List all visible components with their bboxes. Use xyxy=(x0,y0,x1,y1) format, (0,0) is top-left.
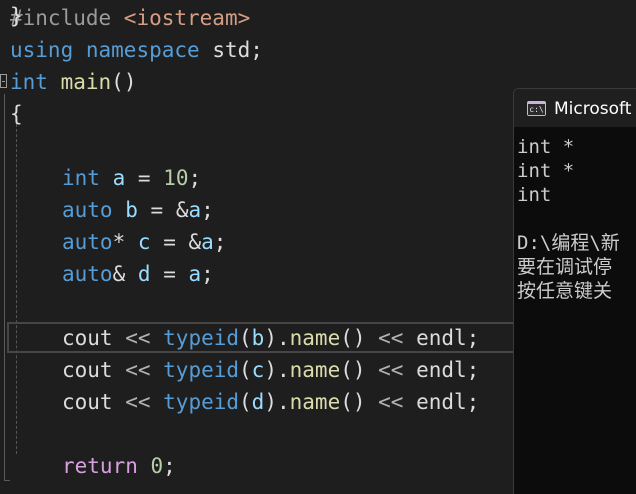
code-line-main[interactable]: int main() xyxy=(10,66,136,98)
code-line-int-a[interactable]: int a = 10; xyxy=(10,162,201,194)
fold-guide-line xyxy=(4,94,5,480)
console-output-line: int * xyxy=(517,160,575,182)
console-output-line: 按任意键关 xyxy=(517,280,613,302)
code-line-include[interactable]: #include <iostream> xyxy=(10,2,250,34)
console-titlebar[interactable]: c:\ Microsoft Visual Studio 调试控制台 xyxy=(514,89,636,127)
console-icon-label: c:\ xyxy=(528,104,545,115)
code-line-auto-ref-d[interactable]: auto& d = a; xyxy=(10,258,214,290)
collapse-icon[interactable] xyxy=(0,74,7,88)
console-output-line: int xyxy=(517,184,552,206)
code-line-close-brace[interactable]: } xyxy=(10,0,23,32)
code-line-cout-b[interactable]: cout << typeid(b).name() << endl; xyxy=(10,322,479,354)
console-app-icon: c:\ xyxy=(527,101,546,116)
console-output-line: D:\编程\新 xyxy=(517,232,620,254)
console-output-line: 要在调试停 xyxy=(517,256,613,278)
debug-console-window[interactable]: c:\ Microsoft Visual Studio 调试控制台 int * … xyxy=(513,88,636,494)
console-output-line: int * xyxy=(517,136,575,158)
code-line-open-brace[interactable]: { xyxy=(10,98,23,130)
code-line-cout-d[interactable]: cout << typeid(d).name() << endl; xyxy=(10,386,479,418)
code-line-using[interactable]: using namespace std; xyxy=(10,34,263,66)
code-line-auto-b[interactable]: auto b = &a; xyxy=(10,194,214,226)
console-title: Microsoft Visual Studio 调试控制台 xyxy=(554,99,636,119)
code-line-auto-ptr-c[interactable]: auto* c = &a; xyxy=(10,226,226,258)
code-line-return[interactable]: return 0; xyxy=(10,450,176,482)
code-line-cout-c[interactable]: cout << typeid(c).name() << endl; xyxy=(10,354,479,386)
